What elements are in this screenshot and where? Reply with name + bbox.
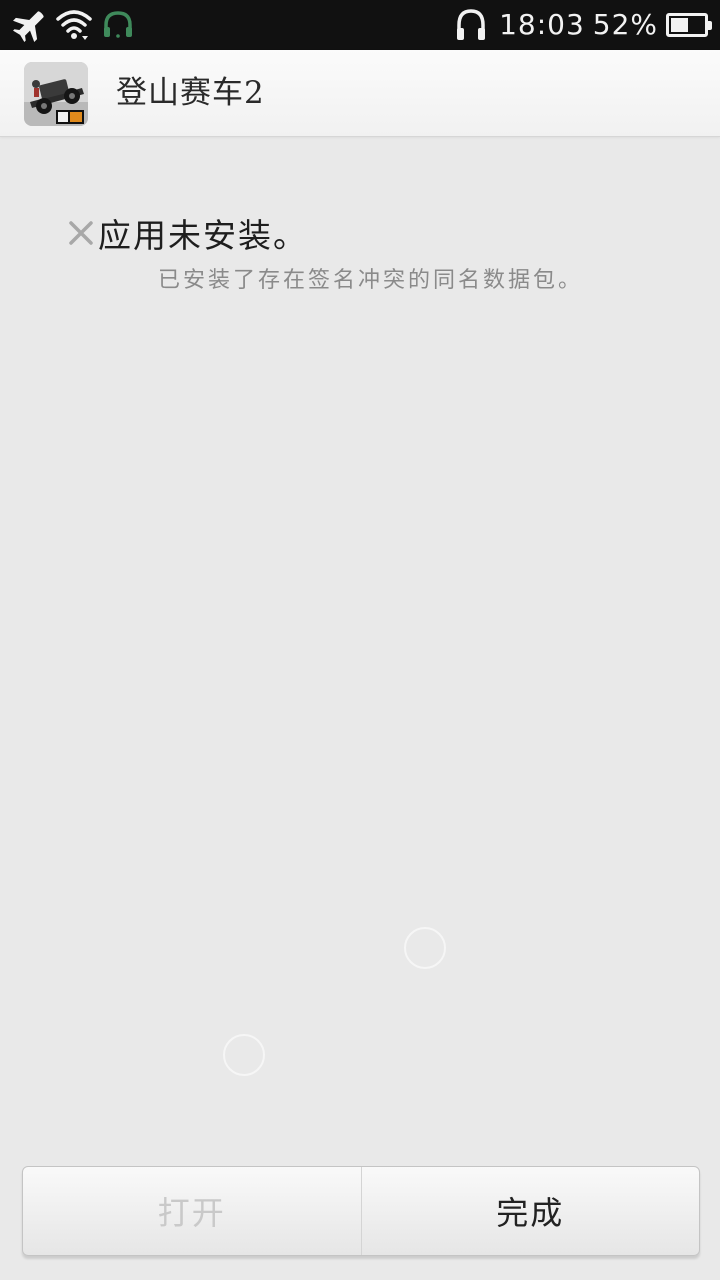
touch-indicator bbox=[223, 1034, 265, 1076]
headphones-icon bbox=[455, 7, 491, 43]
install-status-title: 应用未安装。 bbox=[98, 216, 308, 255]
status-left bbox=[12, 7, 136, 43]
open-button[interactable]: 打开 bbox=[23, 1167, 362, 1255]
app-header: 登山赛车2 bbox=[0, 50, 720, 137]
touch-indicator bbox=[404, 927, 446, 969]
app-title: 登山赛车2 bbox=[116, 75, 265, 111]
status-right: 18:03 52% bbox=[455, 7, 712, 43]
clock-time: 18:03 bbox=[499, 8, 585, 41]
battery-icon bbox=[666, 13, 712, 37]
battery-percentage: 52% bbox=[592, 8, 658, 41]
action-buttons: 打开 完成 bbox=[22, 1166, 700, 1256]
wifi-icon bbox=[56, 7, 92, 43]
status-bar: 18:03 52% bbox=[0, 0, 720, 50]
app-icon bbox=[24, 62, 88, 126]
install-status-detail: 已安装了存在签名冲突的同名数据包。 bbox=[158, 268, 584, 293]
airplane-icon bbox=[12, 7, 48, 43]
headset-icon bbox=[100, 7, 136, 43]
battery-level-fill bbox=[671, 18, 688, 32]
done-button[interactable]: 完成 bbox=[362, 1167, 700, 1255]
install-result: 应用未安装。 bbox=[66, 208, 308, 258]
close-x-icon bbox=[66, 218, 96, 248]
